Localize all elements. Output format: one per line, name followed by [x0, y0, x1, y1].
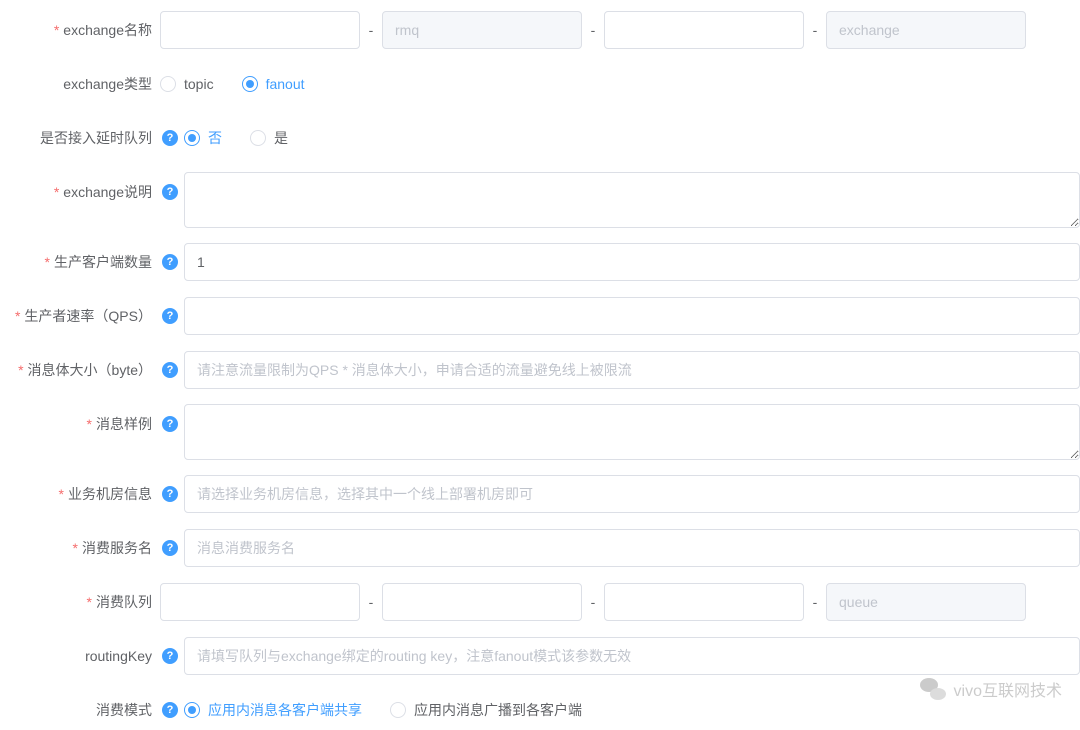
row-exchange-desc: exchange说明 ? [0, 172, 1080, 228]
radio-group-delay-queue: 否 是 [184, 128, 288, 148]
label-consumer-queue: 消费队列 [0, 592, 160, 612]
radio-circle-icon [160, 76, 176, 92]
exchange-name-seg1[interactable] [160, 11, 360, 49]
radio-circle-icon [184, 702, 200, 718]
row-producer-qps: 生产者速率（QPS） ? [0, 296, 1080, 336]
help-icon[interactable]: ? [162, 254, 178, 270]
separator-dash: - [360, 594, 382, 610]
separator-dash: - [804, 594, 826, 610]
label-message-size: 消息体大小（byte） [0, 360, 160, 380]
help-icon[interactable]: ? [162, 130, 178, 146]
row-consumer-queue: 消费队列 - - - [0, 582, 1080, 622]
row-producer-clients: 生产客户端数量 ? [0, 242, 1080, 282]
separator-dash: - [360, 22, 382, 38]
exchange-name-seg4 [826, 11, 1026, 49]
consumer-queue-seg3[interactable] [604, 583, 804, 621]
label-producer-qps: 生产者速率（QPS） [0, 306, 160, 326]
wechat-watermark: vivo互联网技术 [920, 676, 1062, 702]
consumer-service-input[interactable] [184, 529, 1080, 567]
radio-consume-mode-broadcast[interactable]: 应用内消息广播到各客户端 [390, 700, 582, 720]
message-size-input[interactable] [184, 351, 1080, 389]
consumer-queue-seg4 [826, 583, 1026, 621]
row-message-size: 消息体大小（byte） ? [0, 350, 1080, 390]
row-consume-mode: 消费模式 ? 应用内消息各客户端共享 应用内消息广播到各客户端 [0, 690, 1080, 730]
row-delay-queue: 是否接入延时队列 ? 否 是 [0, 118, 1080, 158]
label-delay-queue: 是否接入延时队列 [0, 128, 160, 148]
row-biz-dc: 业务机房信息 ? [0, 474, 1080, 514]
help-icon[interactable]: ? [162, 486, 178, 502]
row-message-sample: 消息样例 ? [0, 404, 1080, 460]
separator-dash: - [804, 22, 826, 38]
radio-group-consume-mode: 应用内消息各客户端共享 应用内消息广播到各客户端 [184, 700, 582, 720]
radio-delay-no[interactable]: 否 [184, 128, 222, 148]
exchange-name-seg2 [382, 11, 582, 49]
help-icon[interactable]: ? [162, 184, 178, 200]
radio-delay-yes[interactable]: 是 [250, 128, 288, 148]
separator-dash: - [582, 594, 604, 610]
label-biz-dc: 业务机房信息 [0, 484, 160, 504]
wechat-icon [920, 676, 946, 702]
help-icon[interactable]: ? [162, 308, 178, 324]
radio-exchange-type-fanout[interactable]: fanout [242, 76, 305, 92]
label-routing-key: routingKey [0, 648, 160, 664]
watermark-text: vivo互联网技术 [954, 677, 1062, 701]
producer-clients-input[interactable] [184, 243, 1080, 281]
radio-circle-icon [250, 130, 266, 146]
row-consumer-service: 消费服务名 ? [0, 528, 1080, 568]
radio-circle-icon [390, 702, 406, 718]
row-routing-key: routingKey ? [0, 636, 1080, 676]
radio-circle-icon [184, 130, 200, 146]
label-consume-mode: 消费模式 [0, 700, 160, 720]
exchange-name-seg3[interactable] [604, 11, 804, 49]
separator-dash: - [582, 22, 604, 38]
producer-qps-input[interactable] [184, 297, 1080, 335]
radio-consume-mode-shared[interactable]: 应用内消息各客户端共享 [184, 700, 362, 720]
consumer-queue-seg1[interactable] [160, 583, 360, 621]
radio-circle-icon [242, 76, 258, 92]
exchange-desc-input[interactable] [184, 172, 1080, 228]
help-icon[interactable]: ? [162, 416, 178, 432]
label-consumer-service: 消费服务名 [0, 538, 160, 558]
help-icon[interactable]: ? [162, 702, 178, 718]
help-icon[interactable]: ? [162, 540, 178, 556]
consumer-queue-seg2[interactable] [382, 583, 582, 621]
row-exchange-name: exchange名称 - - - [0, 10, 1080, 50]
label-message-sample: 消息样例 [0, 404, 160, 434]
biz-dc-select[interactable] [184, 475, 1080, 513]
label-exchange-desc: exchange说明 [0, 172, 160, 202]
label-exchange-name: exchange名称 [0, 20, 160, 40]
row-exchange-type: exchange类型 topic fanout [0, 64, 1080, 104]
label-producer-clients: 生产客户端数量 [0, 252, 160, 272]
radio-exchange-type-topic[interactable]: topic [160, 76, 214, 92]
label-exchange-type: exchange类型 [0, 74, 160, 94]
routing-key-input[interactable] [184, 637, 1080, 675]
radio-group-exchange-type: topic fanout [160, 76, 305, 92]
message-sample-input[interactable] [184, 404, 1080, 460]
help-icon[interactable]: ? [162, 648, 178, 664]
help-icon[interactable]: ? [162, 362, 178, 378]
